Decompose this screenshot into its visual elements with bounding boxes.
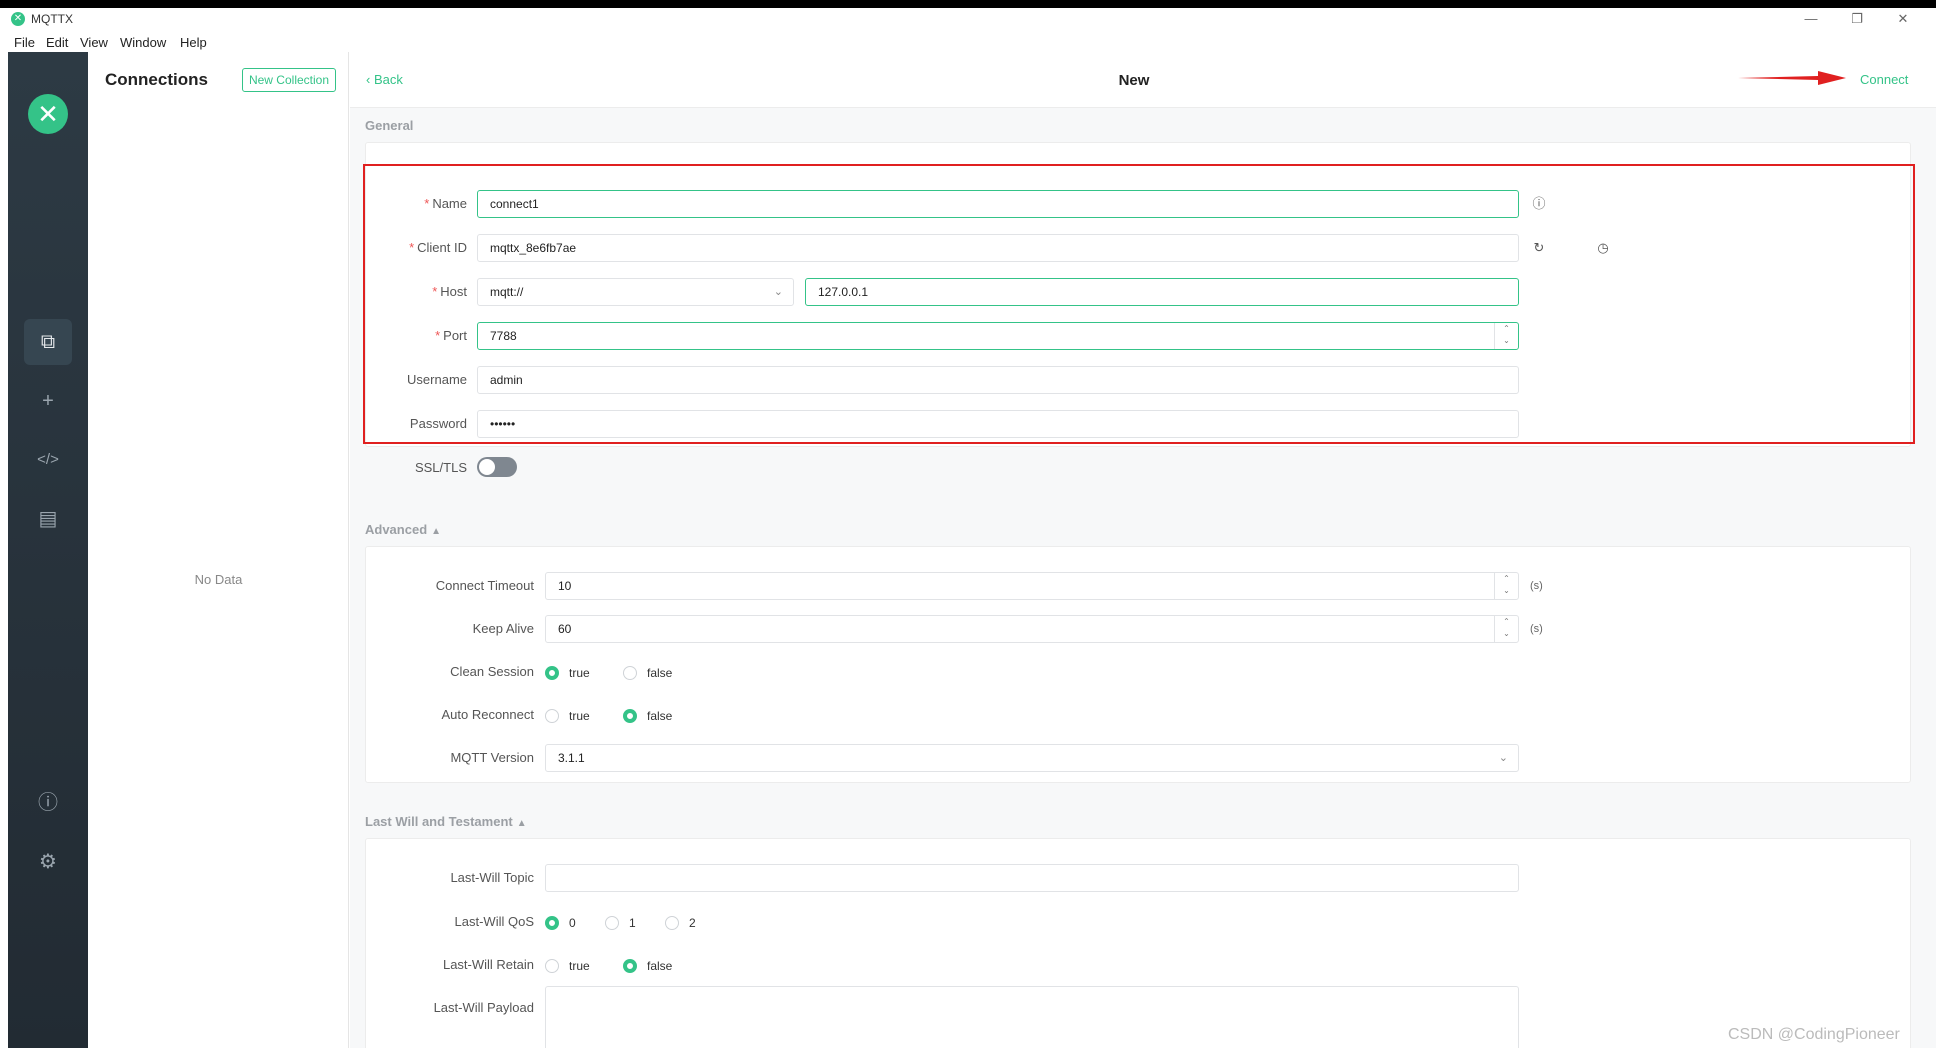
qos-2-radio[interactable]: [665, 916, 679, 930]
port-label: * Port: [435, 328, 467, 343]
connect-timeout-label: Connect Timeout: [435, 578, 534, 593]
last-will-section-title[interactable]: Last Will and Testament ▲: [365, 814, 527, 829]
protocol-select[interactable]: mqtt://⌄: [477, 278, 794, 306]
password-input[interactable]: ••••••: [477, 410, 1519, 438]
toggle-knob: [479, 459, 495, 475]
retain-true-radio[interactable]: [545, 959, 559, 973]
plus-icon[interactable]: +: [24, 378, 72, 424]
name-label: * Name: [424, 196, 467, 211]
auto-reconnect-true-text: true: [569, 709, 590, 723]
auto-reconnect-false-text: false: [647, 709, 673, 723]
ssl-label: SSL/TLS: [414, 460, 467, 475]
connect-button[interactable]: Connect: [1860, 72, 1908, 87]
connections-panel: Connections New Collection No Data: [88, 52, 349, 1048]
keepalive-stepper[interactable]: ⌃ ⌄: [1494, 616, 1518, 642]
menu-window[interactable]: Window: [120, 35, 166, 50]
qos-0-text: 0: [569, 916, 576, 930]
clean-session-true-text: true: [569, 666, 590, 680]
auto-reconnect-label: Auto Reconnect: [441, 707, 534, 722]
menu-view[interactable]: View: [80, 35, 108, 50]
page-title: New: [1118, 72, 1150, 89]
ssl-toggle[interactable]: [477, 457, 517, 477]
last-will-payload-textarea[interactable]: [545, 986, 1519, 1048]
last-will-payload-label: Last-Will Payload: [433, 1000, 534, 1015]
last-will-topic-label: Last-Will Topic: [450, 870, 534, 885]
last-will-topic-input[interactable]: [545, 864, 1519, 892]
qos-2-text: 2: [689, 916, 696, 930]
last-will-qos-label: Last-Will QoS: [454, 914, 534, 929]
caret-up-icon: ▲: [431, 526, 442, 537]
retain-true-text: true: [569, 959, 590, 973]
name-input[interactable]: connect1: [477, 190, 1519, 218]
clock-icon[interactable]: ◷: [1595, 240, 1611, 256]
minimize-button[interactable]: —: [1788, 8, 1834, 30]
qos-1-text: 1: [629, 916, 636, 930]
settings-icon[interactable]: ⚙: [24, 839, 72, 885]
clean-session-false-radio[interactable]: [623, 666, 637, 680]
mqttx-window: ✕ MQTTX — ❐ ✕ File Edit View Window Help…: [0, 8, 1936, 1048]
watermark-text: CSDN @CodingPioneer: [1728, 1026, 1900, 1043]
mqttx-brand-icon: ✕: [28, 94, 68, 134]
username-label: Username: [407, 372, 467, 387]
app-sidebar: ✕ ⧉ + </> ▤ ⓘ ⚙: [8, 52, 88, 1048]
retain-false-text: false: [647, 959, 673, 973]
mqtt-version-select[interactable]: 3.1.1 ⌄: [545, 744, 1519, 772]
caret-up-icon: ▲: [516, 818, 527, 829]
new-collection-button[interactable]: New Collection: [242, 68, 336, 92]
qos-1-radio[interactable]: [605, 916, 619, 930]
auto-reconnect-true-radio[interactable]: [545, 709, 559, 723]
code-icon[interactable]: </>: [24, 437, 72, 483]
password-label: Password: [409, 416, 467, 431]
title-bar: ✕ MQTTX — ❐ ✕: [0, 8, 1936, 30]
host-label: * Host: [432, 284, 467, 299]
close-button[interactable]: ✕: [1880, 8, 1926, 30]
general-section-title: General: [365, 118, 414, 133]
last-will-retain-label: Last-Will Retain: [442, 957, 534, 972]
info-icon[interactable]: ⓘ: [1531, 196, 1547, 212]
port-input[interactable]: 7788 ⌃ ⌄: [477, 322, 1519, 350]
mqtt-version-label: MQTT Version: [450, 750, 534, 765]
menu-help[interactable]: Help: [180, 35, 207, 50]
info-icon[interactable]: ⓘ: [24, 780, 72, 826]
app-logo-icon: ✕: [11, 12, 25, 26]
menu-edit[interactable]: Edit: [46, 35, 68, 50]
timeout-unit: (s): [1530, 580, 1543, 592]
red-arrow-annotation: [1738, 71, 1846, 85]
chevron-down-icon: ⌄: [1498, 752, 1508, 764]
window-title: MQTTX: [31, 12, 73, 26]
username-input[interactable]: admin: [477, 366, 1519, 394]
clean-session-label: Clean Session: [450, 664, 534, 679]
host-input[interactable]: 127.0.0.1: [805, 278, 1519, 306]
client-id-label: * Client ID: [409, 240, 467, 255]
clean-session-false-text: false: [647, 666, 673, 680]
connections-title: Connections: [105, 70, 208, 89]
refresh-icon[interactable]: ↻: [1531, 240, 1547, 256]
form-header: ‹ Back New Connect: [350, 52, 1936, 108]
chevron-down-icon: ⌄: [773, 286, 783, 298]
log-icon[interactable]: ▤: [24, 496, 72, 542]
retain-false-radio[interactable]: [623, 959, 637, 973]
qos-0-radio[interactable]: [545, 916, 559, 930]
connections-icon[interactable]: ⧉: [24, 319, 72, 365]
connect-timeout-input[interactable]: 10 ⌃ ⌄: [545, 572, 1519, 600]
new-connection-form: ‹ Back New Connect General * Name connect…: [350, 52, 1936, 1048]
clean-session-true-radio[interactable]: [545, 666, 559, 680]
auto-reconnect-false-radio[interactable]: [623, 709, 637, 723]
advanced-section-title[interactable]: Advanced ▲: [365, 522, 441, 537]
menu-file[interactable]: File: [14, 35, 35, 50]
keep-alive-label: Keep Alive: [472, 621, 534, 636]
timeout-stepper[interactable]: ⌃ ⌄: [1494, 573, 1518, 599]
no-data-text: No Data: [194, 572, 243, 587]
port-stepper[interactable]: ⌃ ⌄: [1494, 323, 1518, 349]
keepalive-unit: (s): [1530, 623, 1543, 635]
client-id-input[interactable]: mqttx_8e6fb7ae: [477, 234, 1519, 262]
restore-button[interactable]: ❐: [1834, 8, 1880, 30]
keep-alive-input[interactable]: 60 ⌃ ⌄: [545, 615, 1519, 643]
